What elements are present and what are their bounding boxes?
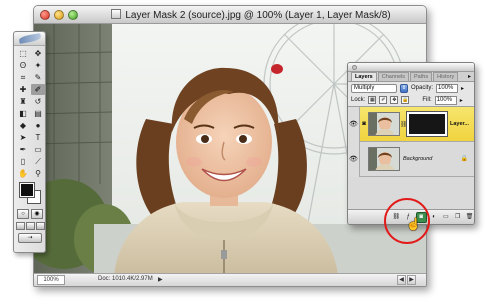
blur-tool-icon[interactable]: ◆: [16, 120, 30, 131]
path-selection-tool-icon[interactable]: ➤: [16, 132, 30, 143]
layer-row-layer-1[interactable]: 👁 ◙ ⛓ Layer...: [348, 106, 474, 142]
hand-tool-icon[interactable]: ✋: [16, 168, 30, 179]
brush-tool-icon[interactable]: ✐: [31, 84, 45, 95]
lasso-tool-icon[interactable]: ʘ: [16, 60, 30, 71]
foreground-color-swatch[interactable]: [19, 182, 35, 198]
layer-list: 👁 ◙ ⛓ Layer... 👁 Background 🔒: [348, 106, 474, 210]
group-icon[interactable]: ▭: [441, 213, 450, 222]
tools-palette: ⬚ ✥ ʘ ✦ ⌗ ✎ ✚ ✐ ♜ ↺ ◧ ▤ ◆ ● ➤ T ✒ ▭ ▯ ⟋ ✋ ⚲ ○ ◉ ⇢: [13, 31, 46, 253]
tools-palette-header[interactable]: [14, 32, 45, 46]
blend-mode-stepper-icon[interactable]: ⇕: [400, 83, 408, 93]
layer-mask-thumbnail[interactable]: [406, 111, 448, 137]
window-controls: [40, 10, 78, 20]
opacity-label: Opacity:: [411, 85, 434, 91]
tab-paths[interactable]: Paths: [410, 72, 433, 81]
layer-thumbnail[interactable]: [368, 112, 400, 136]
document-statusbar: 100% Doc: 1010.4K/2.97M ▶ ◀ ▶: [34, 273, 426, 286]
history-brush-tool-icon[interactable]: ↺: [31, 96, 45, 107]
minimize-button[interactable]: [54, 10, 64, 20]
adjustment-layer-icon[interactable]: ◐: [430, 213, 439, 222]
lock-image-icon[interactable]: ✐: [379, 96, 388, 104]
layer-name[interactable]: Background: [403, 156, 432, 162]
tab-layers[interactable]: Layers: [351, 72, 377, 81]
lock-label: Lock:: [351, 97, 366, 103]
color-swatches: [14, 182, 45, 208]
close-button[interactable]: [40, 10, 50, 20]
tab-history[interactable]: History: [433, 72, 459, 81]
opacity-arrow-icon[interactable]: ▸: [461, 85, 464, 92]
layer-brush-slot: [360, 142, 368, 177]
eyedropper-tool-icon[interactable]: ⟋: [31, 156, 45, 167]
blend-mode-select[interactable]: Multiply: [351, 83, 397, 93]
layers-palette-tabs: Layers Channels Paths History ▸: [348, 72, 474, 82]
layer-name[interactable]: Layer...: [450, 121, 469, 127]
slice-tool-icon[interactable]: ✎: [31, 72, 45, 83]
healing-brush-tool-icon[interactable]: ✚: [16, 84, 30, 95]
background-thumbnail[interactable]: [368, 147, 400, 171]
layer-row-background[interactable]: 👁 Background 🔒: [348, 141, 474, 177]
full-screen-mode-button[interactable]: [36, 222, 45, 230]
photoshop-feather-icon: [18, 33, 42, 44]
move-tool-icon[interactable]: ✥: [31, 48, 45, 59]
marquee-tool-icon[interactable]: ⬚: [16, 48, 30, 59]
jump-to-imageready-button[interactable]: ⇢: [18, 233, 42, 243]
scroll-left-button[interactable]: ◀: [397, 275, 406, 285]
document-size-readout: Doc: 1010.4K/2.97M: [98, 276, 153, 282]
document-titlebar[interactable]: Layer Mask 2 (source).jpg @ 100% (Layer …: [34, 6, 426, 24]
new-layer-icon[interactable]: ❐: [453, 213, 462, 222]
magic-wand-tool-icon[interactable]: ✦: [31, 60, 45, 71]
trash-icon[interactable]: 🗑: [465, 213, 474, 222]
photoshop-workspace: Layer Mask 2 (source).jpg @ 100% (Layer …: [0, 0, 500, 307]
visibility-eye-icon[interactable]: 👁: [348, 141, 360, 177]
full-screen-menu-mode-button[interactable]: [26, 222, 35, 230]
hand-cursor-icon: ☝: [406, 217, 421, 231]
fill-field[interactable]: 100%: [434, 95, 457, 105]
screen-mode-buttons: [14, 222, 45, 230]
lock-transparency-icon[interactable]: ▦: [368, 96, 377, 104]
standard-screen-mode-button[interactable]: [16, 222, 25, 230]
document-title-text: Layer Mask 2 (source).jpg @ 100% (Layer …: [125, 10, 391, 21]
shape-tool-icon[interactable]: ▭: [31, 144, 45, 155]
zoom-level-field[interactable]: 100%: [37, 275, 65, 285]
document-title: Layer Mask 2 (source).jpg @ 100% (Layer …: [82, 9, 420, 21]
eraser-tool-icon[interactable]: ◧: [16, 108, 30, 119]
mask-link-icon[interactable]: ⛓: [400, 121, 408, 128]
lock-position-icon[interactable]: ✥: [390, 96, 399, 104]
lock-fill-row: Lock: ▦ ✐ ✥ 🔒 Fill: 100% ▸: [348, 94, 474, 106]
zoom-button[interactable]: [68, 10, 78, 20]
crop-tool-icon[interactable]: ⌗: [16, 72, 30, 83]
zoom-tool-icon[interactable]: ⚲: [31, 168, 45, 179]
opacity-field[interactable]: 100%: [436, 83, 459, 93]
tab-channels[interactable]: Channels: [377, 72, 409, 81]
fill-arrow-icon[interactable]: ▸: [460, 97, 463, 104]
lock-all-icon[interactable]: 🔒: [401, 96, 410, 104]
palette-menu-icon[interactable]: ▸: [468, 73, 471, 80]
gradient-tool-icon[interactable]: ▤: [31, 108, 45, 119]
visibility-eye-icon[interactable]: 👁: [348, 106, 360, 142]
layer-mask-edit-icon: ◙: [362, 121, 366, 127]
status-menu-arrow-icon[interactable]: ▶: [158, 276, 163, 283]
palette-close-icon[interactable]: [352, 65, 357, 70]
dodge-tool-icon[interactable]: ●: [31, 120, 45, 131]
standard-mode-button[interactable]: ○: [17, 209, 29, 219]
tool-grid: ⬚ ✥ ʘ ✦ ⌗ ✎ ✚ ✐ ♜ ↺ ◧ ▤ ◆ ● ➤ T ✒ ▭ ▯ ⟋ ✋ ⚲: [14, 46, 45, 179]
quick-mask-mode-button[interactable]: ◉: [31, 209, 43, 219]
document-icon: [111, 9, 122, 19]
scroll-right-button[interactable]: ▶: [407, 275, 416, 285]
clone-stamp-tool-icon[interactable]: ♜: [16, 96, 30, 107]
pen-tool-icon[interactable]: ✒: [16, 144, 30, 155]
layers-palette-header[interactable]: [348, 63, 474, 72]
mask-mode-buttons: ○ ◉: [14, 209, 45, 219]
lock-icon: 🔒: [460, 156, 468, 162]
blend-opacity-row: Multiply ⇕ Opacity: 100% ▸: [348, 82, 474, 94]
notes-tool-icon[interactable]: ▯: [16, 156, 30, 167]
fill-label: Fill:: [422, 97, 432, 103]
type-tool-icon[interactable]: T: [31, 132, 45, 143]
